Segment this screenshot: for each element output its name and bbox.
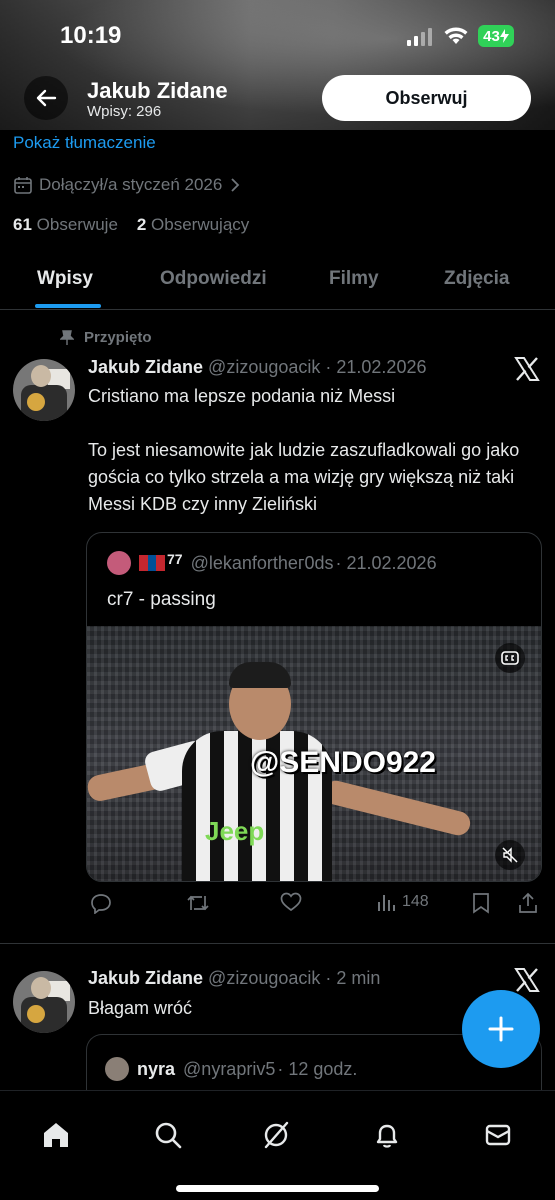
reply-button[interactable] [90, 892, 112, 914]
quoted-avatar[interactable] [105, 1057, 129, 1081]
nav-messages[interactable] [476, 1113, 520, 1157]
captions-icon [501, 651, 519, 665]
mongolia-flag-icon [139, 555, 166, 571]
post-header: Jakub Zidane @zizougoacik · 21.02.2026 [88, 357, 426, 378]
plus-icon [488, 1016, 514, 1042]
post-text-continued: To jest niesamowite jak ludzie zaszuflad… [88, 440, 520, 514]
reply-icon [91, 894, 111, 914]
post-actions: 148 [88, 890, 543, 920]
followers-count: 2 [136, 215, 147, 234]
following-count: 61 [13, 215, 32, 234]
wifi-icon [444, 27, 468, 44]
tab-posts[interactable]: Wpisy [37, 268, 93, 290]
status-bar: 10:19 43 [0, 0, 555, 70]
repost-button[interactable] [186, 892, 210, 914]
post-text: Cristiano ma lepsze podania niż Messi [88, 386, 396, 406]
captions-button[interactable] [495, 643, 525, 673]
battery-level: 43 [483, 27, 500, 45]
share-icon [519, 892, 537, 913]
following-link[interactable]: 61 Obserwuje [13, 215, 118, 234]
speaker-muted-icon [502, 847, 518, 863]
compose-button[interactable] [462, 990, 540, 1068]
pinned-label: Przypięto [60, 329, 152, 346]
home-icon [44, 1123, 68, 1147]
joined-date[interactable]: Dołączył/a styczeń 2026 [13, 175, 242, 195]
quoted-time: · 12 godz. [277, 1058, 358, 1079]
post-header: Jakub Zidane @zizougoacik · 2 min [88, 968, 380, 989]
avatar[interactable] [13, 359, 75, 421]
grok-icon [264, 1121, 289, 1149]
author-name[interactable]: Jakub Zidane [88, 968, 203, 988]
repost-icon [187, 895, 209, 911]
tab-replies[interactable]: Odpowiedzi [160, 268, 267, 290]
post-divider [0, 943, 555, 944]
mail-icon [485, 1124, 511, 1146]
quoted-time: · 21.02.2026 [335, 552, 437, 573]
chevron-right-icon [231, 178, 240, 192]
share-button[interactable] [518, 892, 538, 914]
author-handle[interactable]: @zizougoacik [208, 357, 320, 377]
quoted-post-header: 77 @lekanforthег0ds · 21.02.2026 [107, 551, 437, 575]
like-button[interactable] [280, 892, 302, 912]
quoted-text: cr7 - passing [107, 589, 216, 610]
nav-grok[interactable] [254, 1113, 298, 1157]
follow-button[interactable]: Obserwuj [322, 75, 531, 121]
mute-button[interactable] [495, 840, 525, 870]
quoted-post[interactable]: 77 @lekanforthег0ds · 21.02.2026 cr7 - p… [86, 532, 542, 882]
view-count: 148 [402, 893, 429, 910]
author-handle[interactable]: @zizougoacik [208, 968, 320, 988]
followers-label: Obserwujący [151, 215, 250, 234]
battery-indicator: 43 [478, 25, 514, 47]
translate-bio-link[interactable]: Pokaż tłumaczenie [13, 133, 156, 153]
quoted-name-suffix: 77 [167, 551, 183, 567]
calendar-icon [14, 177, 32, 194]
quoted-avatar[interactable] [107, 551, 131, 575]
search-icon [155, 1122, 182, 1149]
bottom-nav [0, 1090, 555, 1200]
joined-date-text: Dołączył/a styczeń 2026 [39, 175, 223, 194]
tab-videos[interactable]: Filmy [329, 268, 379, 290]
nav-notifications[interactable] [365, 1113, 409, 1157]
active-tab-indicator [35, 304, 101, 308]
follow-stats: 61 Obserwuje 2 Obserwujący [13, 215, 249, 235]
quoted-post-header: nyra @nyrapriv5 · 12 godz. [105, 1057, 357, 1081]
bell-icon [376, 1124, 398, 1148]
profile-tabs: Wpisy Odpowiedzi Filmy Zdjęcia [0, 250, 555, 310]
profile-name: Jakub Zidane [87, 78, 228, 103]
followers-link[interactable]: 2 Obserwujący [137, 215, 249, 234]
following-label: Obserwuje [36, 215, 118, 234]
home-indicator [176, 1185, 379, 1192]
analytics-icon [378, 895, 395, 911]
views-button[interactable]: 148 [376, 892, 429, 912]
back-button[interactable] [24, 76, 68, 120]
video-player[interactable]: Jeep @SENDO922 [87, 626, 541, 881]
profile-header: Jakub Zidane Wpisy: 296 Obserwuj [0, 70, 555, 130]
charging-bolt-icon [499, 29, 509, 43]
bookmark-button[interactable] [472, 892, 490, 914]
x-logo-icon [514, 968, 540, 992]
heart-icon [280, 892, 302, 912]
quoted-handle[interactable]: @nyrapriv5 [183, 1059, 275, 1080]
x-logo-icon [514, 357, 540, 381]
author-name[interactable]: Jakub Zidane [88, 357, 203, 377]
post-count: Wpisy: 296 [87, 103, 162, 120]
pin-icon [60, 329, 74, 345]
post-time: · 2 min [325, 968, 381, 988]
tab-photos[interactable]: Zdjęcia [444, 268, 509, 290]
nav-search[interactable] [146, 1113, 190, 1157]
post-time: · 21.02.2026 [325, 357, 427, 377]
bookmark-icon [473, 893, 489, 914]
jersey-sponsor: Jeep [205, 816, 265, 846]
video-watermark: @SENDO922 [250, 746, 436, 779]
status-time: 10:19 [60, 22, 122, 49]
quoted-handle[interactable]: @lekanforthег0ds [191, 553, 334, 574]
arrow-left-icon [36, 89, 57, 107]
quoted-author[interactable]: nyra [137, 1059, 175, 1080]
nav-home[interactable] [34, 1113, 78, 1157]
cellular-signal-icon [407, 28, 432, 46]
avatar[interactable] [13, 971, 75, 1033]
pinned-text: Przypięto [84, 329, 152, 346]
